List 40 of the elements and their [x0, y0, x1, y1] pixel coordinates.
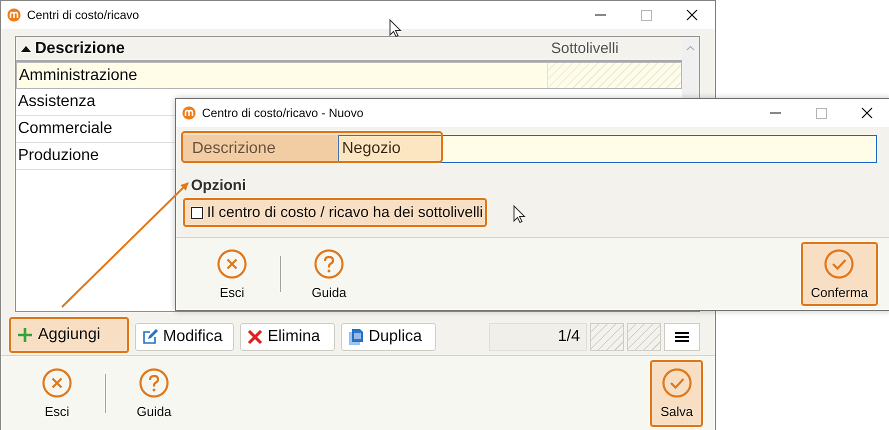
plus-icon — [17, 326, 33, 342]
exit-button[interactable]: Esci — [184, 238, 280, 310]
delete-button[interactable]: Elimina — [240, 322, 335, 350]
delete-icon — [246, 328, 263, 344]
mouse-pointer-icon — [514, 204, 526, 224]
document-icon — [348, 328, 364, 344]
help-button[interactable]: Guida — [281, 238, 377, 310]
page-counter: 1/4 — [489, 322, 587, 350]
app-logo-icon — [7, 8, 21, 22]
checkmark-icon — [662, 368, 692, 398]
dialog-title: Centro di costo/ricavo - Nuovo — [202, 106, 364, 120]
column-header[interactable]: Sottolivelli — [546, 37, 682, 60]
edit-button[interactable]: Modifica — [135, 322, 234, 350]
help-icon — [139, 368, 169, 398]
checkmark-icon — [824, 248, 854, 278]
exit-button[interactable]: Esci — [9, 356, 105, 430]
table-cell[interactable]: Produzione — [18, 147, 99, 165]
close-icon — [217, 248, 247, 278]
duplicate-button[interactable]: Duplica — [340, 322, 436, 350]
table-cell[interactable]: Amministrazione — [19, 66, 138, 84]
confirm-button[interactable]: Conferma — [800, 242, 878, 306]
close-icon[interactable] — [861, 107, 873, 119]
confirm-button[interactable]: Salva — [650, 360, 703, 427]
field-label: Descrizione — [183, 135, 338, 163]
app-logo-icon — [182, 106, 196, 120]
menu-button[interactable] — [664, 322, 700, 350]
add-button[interactable]: Aggiungi — [9, 316, 129, 352]
description-field[interactable]: Negozio — [338, 135, 877, 163]
column-header[interactable]: Descrizione — [16, 37, 546, 60]
table-cell[interactable]: Commerciale — [18, 120, 112, 138]
sublevels-checkbox[interactable]: Il centro di costo / ricavo ha dei sottolivelli — [183, 198, 487, 227]
close-icon[interactable] — [686, 9, 698, 21]
window-title: Centri di costo/ricavo — [27, 8, 140, 22]
help-button[interactable]: Guida — [106, 356, 202, 430]
edit-icon — [142, 328, 158, 344]
menu-icon — [675, 330, 689, 342]
table-cell[interactable]: Assistenza — [18, 93, 96, 111]
close-icon — [42, 368, 72, 398]
section-title: Opzioni — [191, 177, 247, 194]
help-icon — [314, 248, 344, 278]
